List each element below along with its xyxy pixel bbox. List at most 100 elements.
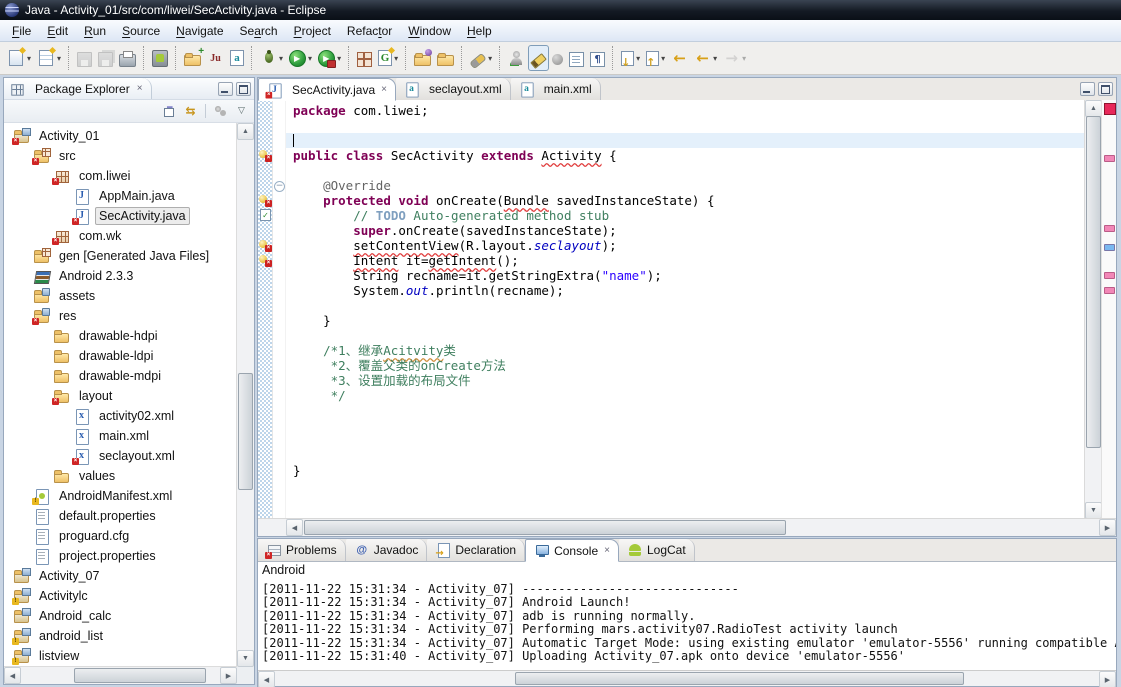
code-editor[interactable]: package com.liwei; public class SecActivi… <box>286 100 1085 519</box>
tab-secactivity-java[interactable]: ×SecActivity.java× <box>258 78 396 101</box>
overview-ruler[interactable] <box>1101 100 1116 519</box>
tree-item-seclayout-xml[interactable]: ×seclayout.xml <box>4 446 237 466</box>
debug-button[interactable]: ▾ <box>257 45 286 71</box>
scroll-up-icon[interactable]: ▲ <box>237 123 254 140</box>
new-java-button[interactable]: ▾ <box>34 45 64 71</box>
run-dropdown-arrow[interactable]: ▾ <box>308 54 312 63</box>
editor-horizontal-scrollbar[interactable]: ◀ ▶ <box>258 518 1116 536</box>
code-line-23[interactable] <box>286 433 1085 448</box>
package-explorer-view-tab[interactable]: Package Explorer × <box>4 78 152 99</box>
overview-marker[interactable] <box>1104 225 1115 232</box>
package-explorer-horizontal-scrollbar[interactable]: ◀ ▶ <box>4 666 237 684</box>
scroll-right-icon[interactable]: ▶ <box>1099 671 1116 687</box>
tab-console[interactable]: Console× <box>525 539 619 562</box>
code-line-12[interactable]: String recname=it.getStringExtra("name")… <box>286 268 1085 283</box>
tree-item-activity-07[interactable]: Activity_07 <box>4 566 237 586</box>
back-button[interactable]: ▾ <box>691 45 720 71</box>
show-selected-element-button[interactable] <box>549 45 566 71</box>
menu-project[interactable]: Project <box>286 22 339 40</box>
scroll-right-icon[interactable]: ▶ <box>220 667 237 684</box>
tree-item-gen-generated-java-files[interactable]: gen [Generated Java Files] <box>4 246 237 266</box>
code-line-24[interactable] <box>286 448 1085 463</box>
collapse-fold-icon[interactable]: − <box>274 181 285 192</box>
collapse-all-icon[interactable] <box>160 102 179 120</box>
toggle-breadcrumb-button[interactable] <box>505 45 528 71</box>
tree-item-drawable-ldpi[interactable]: drawable-ldpi <box>4 346 237 366</box>
tree-item-activity02-xml[interactable]: activity02.xml <box>4 406 237 426</box>
menu-help[interactable]: Help <box>459 22 500 40</box>
tree-item-default-properties[interactable]: default.properties <box>4 506 237 526</box>
overview-error-indicator-icon[interactable] <box>1104 103 1116 115</box>
tree-item-layout[interactable]: ×layout <box>4 386 237 406</box>
last-edit-location-dropdown-arrow[interactable]: ▾ <box>636 54 640 63</box>
block-selection-button[interactable] <box>566 45 587 71</box>
forward-dropdown-arrow[interactable]: ▾ <box>742 54 746 63</box>
next-edit-location-button[interactable]: ▾ <box>643 45 668 71</box>
new-android-xml-button[interactable] <box>227 45 247 71</box>
tree-item-com-liwei[interactable]: ×com.liwei <box>4 166 237 186</box>
code-line-16[interactable] <box>286 328 1085 343</box>
scroll-left-icon[interactable]: ◀ <box>286 519 303 536</box>
tree-item-drawable-mdpi[interactable]: drawable-mdpi <box>4 366 237 386</box>
overview-marker[interactable] <box>1104 287 1115 294</box>
code-line-7[interactable]: protected void onCreate(Bundle savedInst… <box>286 193 1085 208</box>
last-edit-location-button[interactable]: ▾ <box>618 45 643 71</box>
android-sdk-manager-button[interactable] <box>149 45 171 71</box>
search-dropdown-arrow[interactable]: ▾ <box>488 54 492 63</box>
tree-item-android-2-3-3[interactable]: Android 2.3.3 <box>4 266 237 286</box>
scroll-right-icon[interactable]: ▶ <box>1099 519 1116 536</box>
scroll-left-icon[interactable]: ◀ <box>258 671 275 687</box>
scroll-down-icon[interactable]: ▼ <box>237 650 254 667</box>
code-line-4[interactable]: public class SecActivity extends Activit… <box>286 148 1085 163</box>
mark-occurrences-button[interactable] <box>528 45 549 71</box>
import-button[interactable] <box>411 45 434 71</box>
code-line-3[interactable] <box>286 133 1085 148</box>
tree-item-activity-01[interactable]: ×Activity_01 <box>4 126 237 146</box>
editor-vertical-scrollbar[interactable]: ▲ ▼ <box>1084 100 1102 519</box>
print-button[interactable] <box>116 45 139 71</box>
tree-item-res[interactable]: ×res <box>4 306 237 326</box>
new-junit-test-button[interactable] <box>204 45 227 71</box>
scroll-left-icon[interactable]: ◀ <box>4 667 21 684</box>
tab-logcat[interactable]: LogCat <box>619 539 695 561</box>
back-to-editor-button[interactable] <box>668 45 691 71</box>
new-class-button[interactable]: ▾ <box>375 45 401 71</box>
code-line-21[interactable] <box>286 403 1085 418</box>
scrollbar-thumb[interactable] <box>238 373 253 490</box>
scroll-down-icon[interactable]: ▼ <box>1085 502 1102 519</box>
tree-item-androidmanifest-xml[interactable]: !AndroidManifest.xml <box>4 486 237 506</box>
menu-run[interactable]: Run <box>76 22 114 40</box>
minimize-view-button[interactable] <box>1080 82 1095 96</box>
menu-window[interactable]: Window <box>400 22 459 40</box>
console-horizontal-scrollbar[interactable]: ◀ ▶ <box>258 670 1116 686</box>
code-line-6[interactable]: @Override <box>286 178 1085 193</box>
tab-problems[interactable]: Problems <box>258 539 346 561</box>
run-external-button[interactable]: ▾ <box>315 45 344 71</box>
code-line-19[interactable]: *3、设置加载的布局文件 <box>286 373 1085 388</box>
scrollbar-thumb[interactable] <box>515 672 963 685</box>
coverage-button[interactable] <box>354 45 375 71</box>
code-line-22[interactable] <box>286 418 1085 433</box>
debug-dropdown-arrow[interactable]: ▾ <box>279 54 283 63</box>
code-line-13[interactable]: System.out.println(recname); <box>286 283 1085 298</box>
code-line-1[interactable]: package com.liwei; <box>286 103 1085 118</box>
menu-edit[interactable]: Edit <box>39 22 76 40</box>
export-button[interactable] <box>434 45 457 71</box>
tree-item-drawable-hdpi[interactable]: drawable-hdpi <box>4 326 237 346</box>
error-marker-icon[interactable] <box>259 149 271 161</box>
search-button[interactable]: ▾ <box>467 45 495 71</box>
menu-source[interactable]: Source <box>114 22 168 40</box>
close-view-icon[interactable]: × <box>137 83 143 94</box>
code-line-25[interactable]: } <box>286 463 1085 478</box>
overview-marker[interactable] <box>1104 155 1115 162</box>
code-line-17[interactable]: /*1、继承Acitvity类 <box>286 343 1085 358</box>
back-dropdown-arrow[interactable]: ▾ <box>713 54 717 63</box>
maximize-view-button[interactable] <box>1098 82 1113 96</box>
tree-item-src[interactable]: ×src <box>4 146 237 166</box>
code-line-18[interactable]: *2、覆盖父类的onCreate方法 <box>286 358 1085 373</box>
error-marker-icon[interactable] <box>259 254 271 266</box>
new-android-project-button[interactable] <box>181 45 204 71</box>
scrollbar-thumb[interactable] <box>74 668 206 683</box>
tree-item-listview[interactable]: !listview <box>4 646 237 666</box>
code-line-10[interactable]: setContentView(R.layout.seclayout); <box>286 238 1085 253</box>
